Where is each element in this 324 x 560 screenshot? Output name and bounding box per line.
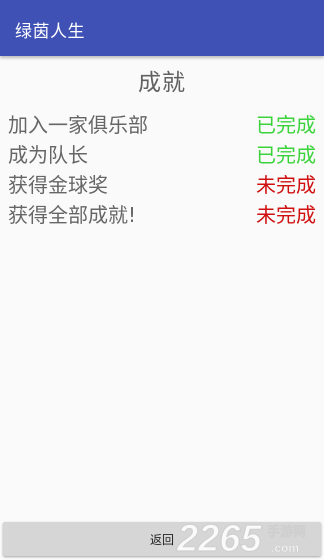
back-button[interactable]: 返回 [3, 522, 321, 556]
achievement-name: 获得全部成就! [8, 203, 137, 227]
app-bar: 绿茵人生 [0, 0, 324, 56]
achievement-row: 成为队长 已完成 [0, 140, 324, 170]
achievement-name: 获得金球奖 [8, 173, 108, 197]
achievement-row: 获得金球奖 未完成 [0, 170, 324, 200]
achievement-status: 未完成 [256, 173, 316, 197]
achievement-status: 已完成 [256, 143, 316, 167]
achievement-row: 获得全部成就! 未完成 [0, 200, 324, 230]
achievement-list: 加入一家俱乐部 已完成 成为队长 已完成 获得金球奖 未完成 获得全部成就! 未… [0, 110, 324, 230]
page-title: 成就 [138, 70, 186, 96]
achievement-name: 加入一家俱乐部 [8, 113, 148, 137]
achievement-status: 未完成 [256, 203, 316, 227]
achievement-status: 已完成 [256, 113, 316, 137]
achievement-name: 成为队长 [8, 143, 88, 167]
app-title: 绿茵人生 [15, 21, 85, 42]
achievement-row: 加入一家俱乐部 已完成 [0, 110, 324, 140]
